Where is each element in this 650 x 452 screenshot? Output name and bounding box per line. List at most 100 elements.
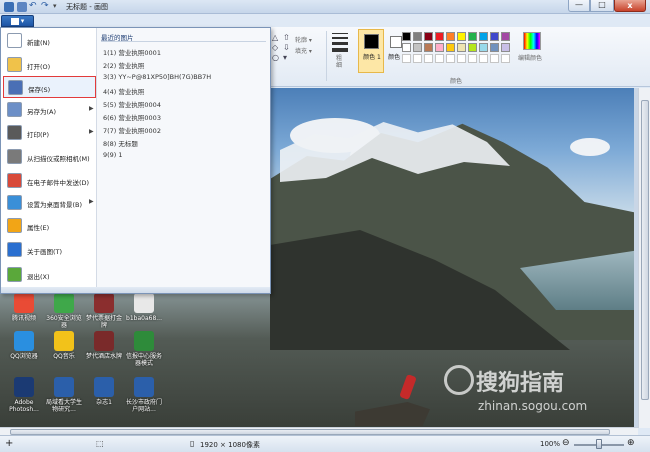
palette-empty-swatch[interactable]	[424, 54, 433, 63]
recent-picture-item[interactable]: 7(7) 营业执照0002	[103, 125, 161, 135]
desktop-shortcut[interactable]: 局域看大学生物研究...	[44, 377, 84, 413]
palette-swatch[interactable]	[435, 32, 444, 41]
fill-button[interactable]: 填充 ▾	[295, 46, 312, 55]
recent-picture-item[interactable]: 8(8) 无标题	[103, 138, 138, 148]
desktop-shortcut[interactable]: Adobe Photosh...	[4, 377, 44, 413]
minimize-button[interactable]: —	[568, 0, 590, 12]
desktop-shortcut[interactable]: 长沙市政府门户网站...	[124, 377, 164, 413]
desktop-shortcut[interactable]: 腾讯视频	[4, 293, 44, 322]
palette-swatch[interactable]	[490, 43, 499, 52]
palette-empty-swatch[interactable]	[468, 54, 477, 63]
palette-swatch[interactable]	[490, 32, 499, 41]
up-arrow-shape-icon[interactable]: ⇧	[283, 33, 290, 42]
file-menu-item[interactable]: 在电子邮件中发送(D)	[3, 170, 96, 192]
desktop-shortcut[interactable]: b1ba0a68...	[124, 293, 164, 322]
palette-swatch[interactable]	[468, 43, 477, 52]
palette-swatch[interactable]	[446, 32, 455, 41]
color2-swatch	[390, 36, 402, 48]
file-menu-item[interactable]: 设置为桌面背景(B) ▶	[3, 192, 96, 214]
recent-picture-item[interactable]: 5(5) 营业执照0004	[103, 99, 161, 109]
desktop-shortcut[interactable]: QQ浏览器	[4, 331, 44, 360]
desktop-shortcut[interactable]: 梦代票据打金牌	[84, 293, 124, 329]
palette-swatch[interactable]	[501, 43, 510, 52]
color1-button[interactable]: 颜色 1	[358, 29, 384, 73]
desktop-shortcut[interactable]: QQ音乐	[44, 331, 84, 360]
palette-empty-swatch[interactable]	[446, 54, 455, 63]
palette-swatch[interactable]	[446, 43, 455, 52]
palette-empty-swatch[interactable]	[413, 54, 422, 63]
undo-icon[interactable]: ↶	[29, 2, 39, 12]
palette-empty-swatch[interactable]	[501, 54, 510, 63]
submenu-arrow-icon: ▶	[89, 198, 94, 205]
zoom-out-button[interactable]: ⊖	[562, 438, 570, 448]
palette-swatch[interactable]	[435, 43, 444, 52]
file-menu-footer	[1, 287, 270, 293]
redo-icon[interactable]: ↷	[41, 2, 51, 12]
palette-empty-swatch[interactable]	[457, 54, 466, 63]
ribbon-separator	[326, 31, 327, 81]
vertical-scrollbar[interactable]	[638, 88, 650, 428]
palette-swatch[interactable]	[413, 32, 422, 41]
recent-picture-item[interactable]: 6(6) 营业执照0003	[103, 112, 161, 122]
edit-colors-icon[interactable]	[523, 32, 541, 50]
size-lines-icon[interactable]	[332, 33, 348, 52]
palette-swatch[interactable]	[424, 32, 433, 41]
palette-swatch[interactable]	[457, 32, 466, 41]
file-menu-item[interactable]: 关于画图(T)	[3, 239, 96, 261]
paint-app-icon[interactable]	[4, 2, 14, 12]
recent-picture-item[interactable]: 2(2) 营业执照	[103, 60, 144, 70]
quick-save-icon[interactable]	[17, 2, 27, 12]
file-menu-button[interactable]: ▾	[1, 15, 34, 27]
file-menu-item[interactable]: 从扫描仪或照相机(M)	[3, 146, 96, 168]
edit-colors-button[interactable]: 编辑颜色	[518, 53, 542, 62]
recent-picture-item[interactable]: 4(4) 营业执照	[103, 86, 144, 96]
palette-swatch[interactable]	[457, 43, 466, 52]
close-button[interactable]: x	[614, 0, 646, 12]
callout-shape-icon[interactable]: ○	[272, 53, 279, 62]
recent-picture-item[interactable]: 9(9) 1	[103, 151, 123, 159]
file-menu-item[interactable]: 打开(O)	[3, 54, 96, 76]
file-menu-item[interactable]: 保存(S)	[3, 76, 96, 98]
file-menu-item[interactable]: 新建(N)	[3, 30, 96, 52]
palette-swatch[interactable]	[501, 32, 510, 41]
desktop-shortcut[interactable]: 杂志1	[84, 377, 124, 406]
desktop-shortcut[interactable]: 梦代酒店水牌	[84, 331, 124, 360]
shortcut-label: 信报中心服务器模式	[125, 353, 162, 367]
palette-empty-swatch[interactable]	[479, 54, 488, 63]
palette-swatch[interactable]	[402, 32, 411, 41]
palette-swatch[interactable]	[468, 32, 477, 41]
zoom-slider-thumb[interactable]	[596, 439, 602, 449]
zoom-in-button[interactable]: ⊕	[627, 438, 635, 448]
down-arrow-shape-icon[interactable]: ⇩	[283, 43, 290, 52]
palette-empty-swatch[interactable]	[435, 54, 444, 63]
shapes-more-icon[interactable]: ▾	[283, 53, 287, 62]
recent-picture-item[interactable]: 1(1) 营业执照0001	[103, 47, 161, 57]
palette-swatch[interactable]	[479, 32, 488, 41]
desktop-shortcut[interactable]: 信报中心服务器模式	[124, 331, 164, 367]
file-menu-commands: 新建(N) 打开(O) 保存(S) 另存为(A) ▶ 打印(P) ▶ 从扫描仪或照相机(M) 在…	[1, 28, 96, 293]
diamond-shape-icon[interactable]: ◇	[272, 43, 278, 52]
file-menu-item-label: 属性(E)	[27, 224, 50, 232]
horizontal-scrollbar[interactable]	[0, 427, 638, 435]
vertical-scroll-thumb[interactable]	[641, 100, 649, 400]
size-label[interactable]: 粗细	[336, 55, 346, 69]
shortcut-label: b1ba0a68...	[126, 315, 162, 322]
palette-empty-swatch[interactable]	[490, 54, 499, 63]
palette-swatch[interactable]	[413, 43, 422, 52]
file-menu-item[interactable]: 打印(P) ▶	[3, 122, 96, 144]
file-menu-item-label: 打印(P)	[27, 131, 49, 139]
maximize-button[interactable]: □	[590, 0, 614, 12]
palette-swatch[interactable]	[402, 43, 411, 52]
triangle-shape-icon[interactable]: △	[272, 33, 278, 42]
palette-swatch[interactable]	[424, 43, 433, 52]
file-menu-item[interactable]: 退出(X)	[3, 264, 96, 286]
outline-button[interactable]: 轮廓 ▾	[295, 35, 312, 44]
file-menu-item[interactable]: 属性(E)	[3, 215, 96, 237]
recent-picture-item[interactable]: 3(3) YY~P@81XP50]BH(7G)BB7H	[103, 73, 211, 81]
customize-toolbar-icon[interactable]: ▾	[53, 2, 63, 12]
watermark-url: zhinan.sogou.com	[478, 399, 588, 413]
palette-swatch[interactable]	[479, 43, 488, 52]
desktop-shortcut[interactable]: 360安全浏览器	[44, 293, 84, 329]
file-menu-item[interactable]: 另存为(A) ▶	[3, 99, 96, 121]
palette-empty-swatch[interactable]	[402, 54, 411, 63]
